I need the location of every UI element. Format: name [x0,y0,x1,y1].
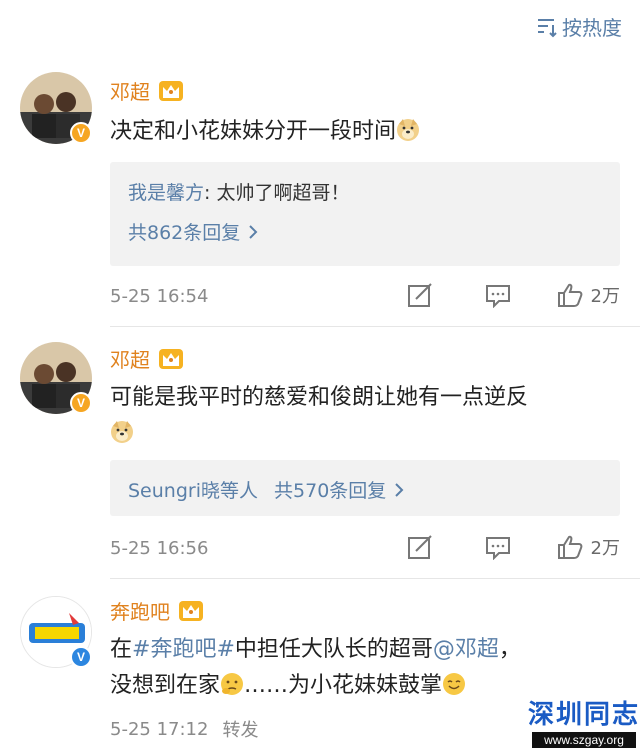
comment-text-body: 可能是我平时的慈爱和俊朗让她有一点逆反 [110,385,529,410]
text-part: 在 [110,637,133,662]
sort-label: 按热度 [562,16,622,40]
edit-icon [407,535,432,559]
user-name[interactable]: 邓超 [110,76,150,105]
user-name[interactable]: 奔跑吧 [110,596,170,625]
reply-count-link[interactable]: Seungri晓等人 共570条回复 [128,476,404,503]
chevron-right-icon [395,483,404,497]
divider [110,326,640,327]
like-count: 2万 [590,286,620,307]
timestamp: 5-25 16:56 [110,538,209,559]
comment-text: 决定和小花妹妹分开一段时间 [110,114,620,150]
crown-icon [179,600,203,621]
verified-icon: V [70,122,92,144]
verified-icon: V [70,646,92,668]
crown-icon [159,348,183,369]
timestamp: 5-25 16:54 [110,286,209,307]
doge-emoji-icon [397,119,420,141]
text-part: 没想到在家 [110,673,221,698]
comment-icon [485,285,510,308]
text-part: ， [498,637,521,662]
reply-count: 共570条回复 [274,480,387,502]
topic-tag-link[interactable]: #奔跑吧# [132,637,235,662]
reply-preview[interactable]: 我是馨方: 太帅了啊超哥！ 共862条回复 [110,162,620,266]
comment-icon [485,537,510,560]
reply-users-link[interactable]: Seungri晓等人 [128,480,258,502]
watermark-title: 深圳同志 [528,700,640,730]
like-button[interactable]: 2万 [557,534,620,560]
edit-icon [407,283,432,307]
repost-button[interactable] [407,534,433,560]
reply-user-link[interactable]: 我是馨方 [128,182,204,204]
watermark-url: www.szgay.org [532,732,636,748]
repost-button[interactable] [407,282,433,308]
mention-link[interactable]: @邓超 [433,637,499,662]
reply-text: : 太帅了啊超哥！ [204,182,350,204]
comment-text: 可能是我平时的慈爱和俊朗让她有一点逆反 [110,380,620,452]
watermark: 深圳同志 www.szgay.org [528,692,640,752]
verified-icon: V [70,392,92,414]
thumbs-up-icon [557,283,582,307]
chevron-right-icon [249,225,258,239]
comment-text-body: 决定和小花妹妹分开一段时间 [110,119,397,144]
timestamp: 5-25 17:12 [110,718,209,740]
like-button[interactable]: 2万 [557,282,620,308]
like-count: 2万 [590,538,620,559]
comment-button[interactable] [485,282,511,308]
thumbs-up-icon [557,535,582,559]
divider [110,578,640,579]
thinking-emoji-icon [221,673,244,695]
user-name[interactable]: 邓超 [110,344,150,373]
comment-button[interactable] [485,534,511,560]
repost-label: 转发 [222,720,259,741]
reply-count: 共862条回复 [128,222,241,244]
sort-icon [538,18,557,37]
sort-by-hot-button[interactable]: 按热度 [536,12,622,41]
smile-emoji-icon [443,673,466,695]
reply-count-link[interactable]: 共862条回复 [128,218,258,245]
text-part: 中担任大队长的超哥 [234,637,433,662]
text-part: ……为小花妹妹鼓掌 [244,673,443,698]
reply-preview[interactable]: Seungri晓等人 共570条回复 [110,460,620,516]
doge-emoji-icon [111,421,133,443]
crown-icon [159,80,183,101]
